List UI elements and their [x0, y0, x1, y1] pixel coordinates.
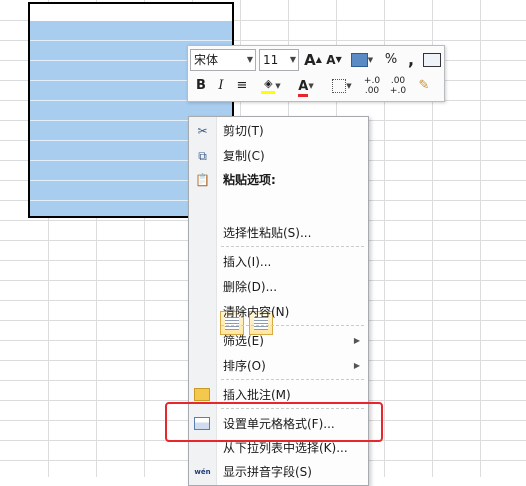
menu-item-label: 插入批注(M) [223, 388, 291, 402]
italic-icon: I [218, 78, 224, 93]
menu-item-cut[interactable]: ✂ 剪切(T) [189, 120, 368, 142]
menu-item-label: 排序(O) [223, 359, 266, 373]
comma-icon: , [407, 50, 415, 69]
grow-font-icon: A [304, 51, 316, 69]
clipboard-icon: 📋 [195, 173, 210, 187]
menu-item-label: 插入(I)... [223, 255, 272, 269]
copy-icon: ⧉ [198, 149, 207, 163]
menu-item-label: 从下拉列表中选择(K)... [223, 441, 348, 455]
menu-item-copy[interactable]: ⧉ 复制(C) [189, 145, 368, 167]
menu-separator [221, 325, 364, 326]
grow-font-button[interactable]: A▲ [303, 49, 323, 71]
font-size-combo[interactable]: 11 ▼ [259, 49, 299, 71]
align-center-icon: ≡ [236, 78, 248, 93]
accounting-format-icon [350, 53, 368, 67]
borders-icon [332, 79, 347, 93]
submenu-arrow-icon: ▶ [353, 361, 360, 370]
format-painter-icon: ✎ [418, 78, 430, 93]
shrink-font-button[interactable]: A▼ [325, 49, 343, 71]
percent-icon: % [384, 52, 398, 67]
decrease-decimal-icon: .00 +.0 [389, 76, 407, 96]
fill-color-button[interactable]: ◈ ▼ [255, 75, 287, 97]
borders-button[interactable]: ▼ [327, 75, 357, 97]
chevron-down-icon: ▼ [289, 55, 296, 64]
bold-icon: B [196, 78, 206, 93]
menu-item-label: 筛选(E) [223, 334, 264, 348]
shrink-font-icon: A [326, 53, 336, 67]
menu-item-delete[interactable]: 删除(D)... [189, 276, 368, 298]
menu-separator [221, 246, 364, 247]
increase-decimal-button[interactable]: +.0 .00 [360, 75, 384, 98]
menu-item-paste-options: 📋 粘贴选项: [189, 169, 368, 191]
highlight-box [165, 402, 383, 442]
menu-item-sort[interactable]: 排序(O) ▶ [189, 355, 368, 377]
align-center-button[interactable]: ≡ [232, 75, 252, 97]
menu-item-label: 剪切(T) [223, 124, 264, 138]
scissors-icon: ✂ [197, 124, 208, 138]
menu-item-label: 显示拼音字段(S) [223, 465, 312, 479]
font-color-icon: A [298, 79, 309, 97]
wen-icon: wén [194, 468, 211, 476]
font-color-button[interactable]: A▼ [290, 75, 322, 97]
chevron-down-icon: ▼ [346, 82, 352, 90]
menu-item-label: 删除(D)... [223, 280, 278, 294]
increase-decimal-icon: +.0 .00 [363, 76, 381, 96]
accounting-format-button[interactable]: ▼ [347, 49, 377, 71]
merge-center-icon [423, 52, 441, 67]
italic-button[interactable]: I [212, 75, 230, 97]
menu-item-insert[interactable]: 插入(I)... [189, 251, 368, 273]
chevron-down-icon: ▼ [275, 82, 281, 90]
menu-item-paste-special[interactable]: 选择性粘贴(S)... [189, 222, 368, 244]
menu-item-label: 复制(C) [223, 149, 265, 163]
menu-separator [221, 379, 364, 380]
format-painter-button[interactable]: ✎ [412, 75, 436, 97]
menu-item-clear-contents[interactable]: 清除内容(N) [189, 301, 368, 323]
fill-bucket-icon: ◈ [261, 78, 276, 94]
font-name-combo[interactable]: 宋体 ▼ [190, 49, 256, 71]
decrease-decimal-button[interactable]: .00 +.0 [386, 75, 410, 98]
chevron-down-icon: ▼ [367, 56, 374, 64]
font-name-value: 宋体 [194, 53, 219, 67]
bold-button[interactable]: B [192, 75, 210, 97]
menu-item-label: 粘贴选项: [223, 173, 276, 187]
comma-style-button[interactable]: , [403, 49, 419, 71]
chevron-down-icon: ▼ [308, 82, 314, 90]
menu-item-filter[interactable]: 筛选(E) ▶ [189, 330, 368, 352]
menu-item-label: 选择性粘贴(S)... [223, 226, 312, 240]
submenu-arrow-icon: ▶ [353, 336, 360, 345]
menu-item-show-phonetic[interactable]: wén 显示拼音字段(S) [189, 461, 368, 483]
mini-toolbar: 宋体 ▼ 11 ▼ A▲ A▼ ▼ % , B I ≡ ◈ ▼ A▼ ▼ +.0… [187, 45, 445, 102]
folder-comment-icon [194, 388, 210, 401]
menu-item-label: 清除内容(N) [223, 305, 290, 319]
merge-center-button[interactable] [422, 49, 442, 71]
chevron-down-icon: ▼ [246, 55, 253, 64]
percent-button[interactable]: % [381, 49, 401, 71]
font-size-value: 11 [263, 53, 279, 67]
